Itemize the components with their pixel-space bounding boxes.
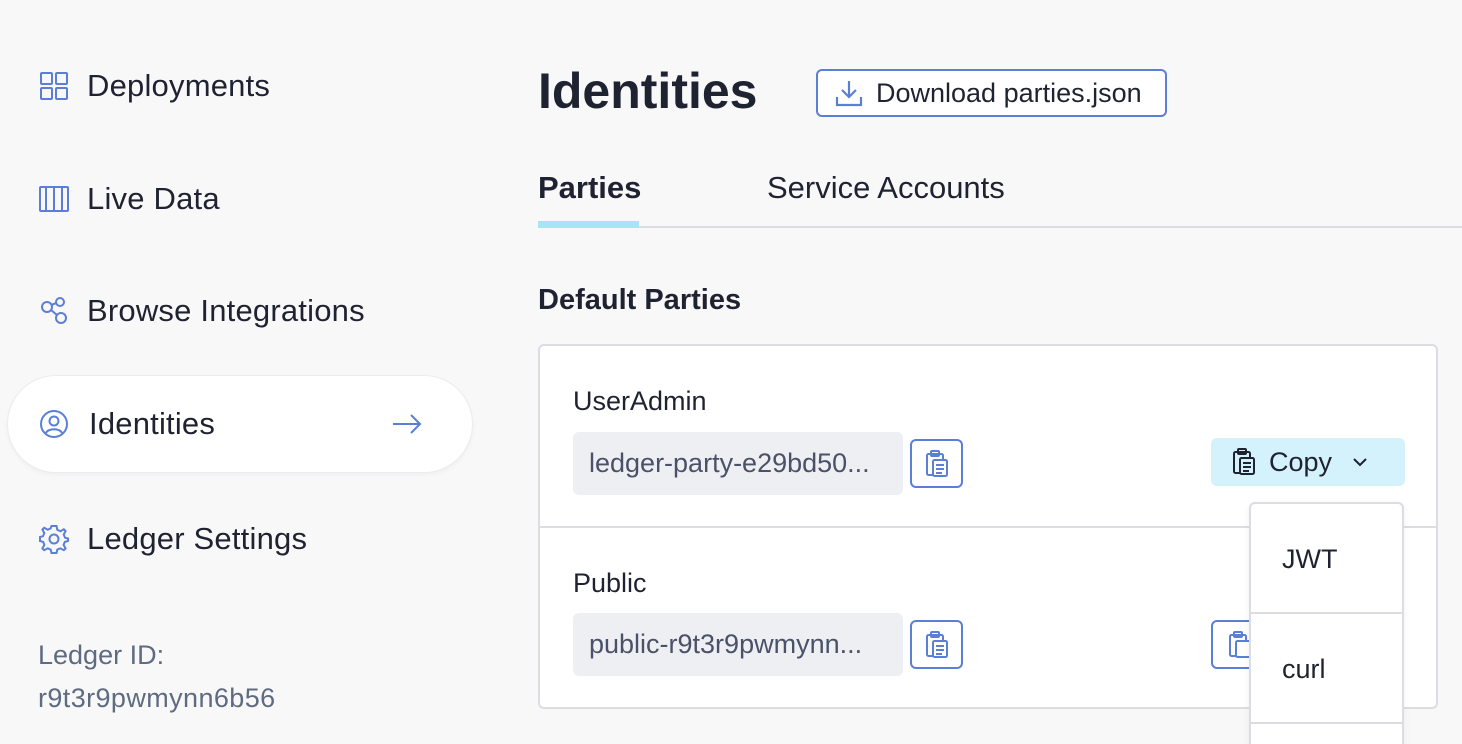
sidebar-item-label: Live Data bbox=[87, 181, 220, 216]
section-title: Default Parties bbox=[538, 284, 742, 316]
copy-dropdown-button[interactable]: Copy bbox=[1211, 438, 1405, 486]
tab-bar: Parties Service Accounts bbox=[538, 160, 1462, 228]
party-name: Public bbox=[573, 568, 647, 598]
party-id-field[interactable]: ledger-party-e29bd50... bbox=[573, 432, 903, 495]
sidebar-item-identities[interactable]: Identities bbox=[8, 376, 472, 472]
gear-icon bbox=[38, 523, 70, 555]
sidebar-item-live-data[interactable]: Live Data bbox=[8, 151, 472, 247]
copy-button-label: Copy bbox=[1269, 446, 1333, 477]
clipboard-icon bbox=[925, 630, 948, 658]
user-circle-icon bbox=[38, 408, 70, 440]
download-parties-button[interactable]: Download parties.json bbox=[816, 69, 1167, 117]
ledger-id-value: r9t3r9pwmynn6b56 bbox=[38, 683, 276, 713]
copy-party-id-button[interactable] bbox=[910, 439, 963, 488]
menu-item-curl[interactable]: curl bbox=[1251, 614, 1402, 724]
chevron-down-icon bbox=[1353, 458, 1367, 467]
sidebar: Deployments Live Data Browse Integration… bbox=[0, 0, 490, 744]
sidebar-item-deployments[interactable]: Deployments bbox=[8, 38, 472, 134]
copy-format-menu: JWT curl bbox=[1249, 502, 1404, 744]
clipboard-icon bbox=[925, 449, 948, 477]
share-nodes-icon bbox=[38, 295, 70, 327]
tab-service-accounts[interactable]: Service Accounts bbox=[767, 170, 1005, 206]
app-root: Deployments Live Data Browse Integration… bbox=[0, 0, 1462, 744]
party-name: UserAdmin bbox=[573, 386, 707, 416]
clipboard-icon bbox=[1233, 448, 1255, 475]
active-tab-indicator bbox=[538, 221, 639, 228]
download-icon bbox=[835, 81, 863, 107]
page-title: Identities bbox=[538, 63, 758, 119]
arrow-right-icon bbox=[393, 414, 422, 434]
sidebar-item-label: Identities bbox=[89, 406, 216, 441]
ledger-id-label: Ledger ID: bbox=[38, 640, 165, 670]
sidebar-item-label: Ledger Settings bbox=[87, 521, 308, 556]
columns-icon bbox=[38, 183, 70, 215]
sidebar-item-label: Browse Integrations bbox=[87, 293, 365, 328]
copy-party-id-button[interactable] bbox=[910, 620, 963, 669]
sidebar-item-ledger-settings[interactable]: Ledger Settings bbox=[8, 491, 472, 587]
party-id-field[interactable]: public-r9t3r9pwmynn... bbox=[573, 613, 903, 676]
download-button-label: Download parties.json bbox=[876, 77, 1142, 108]
grid-icon bbox=[38, 70, 70, 102]
menu-item-jwt[interactable]: JWT bbox=[1251, 504, 1402, 614]
sidebar-item-label: Deployments bbox=[87, 68, 271, 103]
sidebar-item-browse-integrations[interactable]: Browse Integrations bbox=[8, 263, 472, 359]
tab-parties[interactable]: Parties bbox=[538, 170, 641, 206]
